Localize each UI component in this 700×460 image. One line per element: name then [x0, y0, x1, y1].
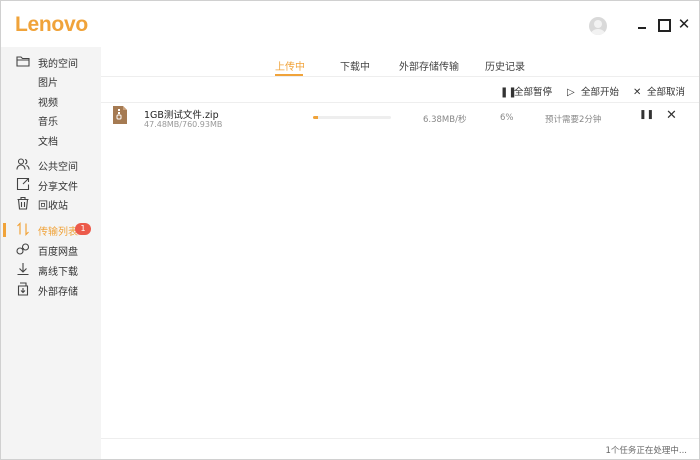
tab-external-storage-transfer[interactable]: 外部存储传输 — [399, 58, 459, 73]
close-button[interactable]: ✕ — [677, 17, 691, 32]
pause-all-button[interactable]: ❚❚全部暂停 — [500, 84, 552, 98]
sidebar: 我的空间 图片 视频 音乐 文档 公共空间 分享文件 回收站 传输列表 1 百度… — [1, 47, 101, 459]
sidebar-item-recycle-bin[interactable]: 回收站 — [1, 193, 101, 213]
sidebar-sub-item-documents[interactable]: 文档 — [38, 133, 58, 148]
transfer-tabs: 上传中 下载中 外部存储传输 历史记录 — [101, 47, 699, 77]
people-icon — [16, 158, 30, 170]
progress-fill — [313, 116, 318, 119]
sidebar-item-label: 传输列表 — [38, 227, 78, 238]
status-text: 1个任务正在处理中... — [605, 446, 687, 456]
avatar[interactable] — [589, 17, 607, 35]
trash-icon — [17, 196, 29, 210]
sidebar-item-offline-download[interactable]: 离线下载 — [1, 259, 101, 279]
transfer-row[interactable]: 1GB测试文件.zip 47.48MB/760.93MB 6.38MB/秒 6%… — [101, 103, 699, 133]
sidebar-item-label: 离线下载 — [38, 267, 78, 278]
transfer-speed: 6.38MB/秒 — [423, 115, 467, 125]
close-icon: ✕ — [633, 87, 642, 98]
main-panel: 上传中 下载中 外部存储传输 历史记录 ❚❚全部暂停 ▷ 全部开始 ✕ 全部取消 1… — [101, 47, 699, 459]
play-icon: ▷ — [567, 87, 575, 98]
progress-bar — [313, 116, 391, 119]
app-window: Lenovo ✕ 我的空间 图片 视频 音乐 文档 公共空间 分享文件 回收站 — [0, 0, 700, 460]
download-icon — [17, 263, 29, 276]
sidebar-sub-item-music[interactable]: 音乐 — [38, 113, 58, 128]
sidebar-sub-item-videos[interactable]: 视频 — [38, 94, 58, 109]
sidebar-item-label: 外部存储 — [38, 287, 78, 298]
sidebar-item-external-storage[interactable]: 外部存储 — [1, 279, 101, 299]
pause-button[interactable]: ❚❚ — [639, 110, 654, 120]
tab-history[interactable]: 历史记录 — [485, 58, 525, 73]
zip-file-icon — [113, 106, 127, 124]
sidebar-item-baidu-netdisk[interactable]: 百度网盘 — [1, 239, 101, 259]
file-name: 1GB测试文件.zip — [144, 110, 219, 121]
progress-percent: 6% — [500, 113, 514, 123]
file-size: 47.48MB/760.93MB — [144, 120, 223, 129]
lenovo-logo: Lenovo — [15, 13, 88, 36]
share-icon — [16, 177, 30, 191]
sidebar-item-label: 我的空间 — [38, 59, 78, 70]
transfer-icon — [17, 222, 29, 236]
status-bar: 1个任务正在处理中... — [101, 438, 699, 459]
maximize-button[interactable] — [656, 17, 671, 32]
sidebar-item-public-space[interactable]: 公共空间 — [1, 154, 101, 174]
sidebar-item-shared-files[interactable]: 分享文件 — [1, 174, 101, 194]
baidu-cloud-icon — [16, 243, 30, 255]
active-tab-underline — [275, 74, 303, 76]
sidebar-item-label: 分享文件 — [38, 182, 78, 193]
cancel-button[interactable]: ✕ — [666, 108, 677, 123]
sidebar-item-transfer-list[interactable]: 传输列表 1 — [1, 219, 101, 239]
estimated-time: 预计需要2分钟 — [545, 115, 602, 125]
tab-downloading[interactable]: 下载中 — [340, 58, 370, 73]
external-storage-icon — [17, 282, 29, 296]
title-bar: Lenovo ✕ — [1, 1, 699, 47]
minimize-button[interactable] — [635, 17, 649, 31]
start-all-button[interactable]: ▷ 全部开始 — [567, 84, 619, 98]
sidebar-item-my-space[interactable]: 我的空间 — [1, 51, 101, 71]
transfer-count-badge: 1 — [75, 223, 91, 235]
transfer-toolbar: ❚❚全部暂停 ▷ 全部开始 ✕ 全部取消 — [101, 77, 699, 103]
sidebar-item-label: 百度网盘 — [38, 247, 78, 258]
cancel-all-button[interactable]: ✕ 全部取消 — [633, 84, 685, 98]
sidebar-item-label: 公共空间 — [38, 162, 78, 173]
pause-icon: ❚❚ — [500, 87, 517, 98]
sidebar-item-label: 回收站 — [38, 201, 68, 212]
sidebar-sub-item-pictures[interactable]: 图片 — [38, 74, 58, 89]
tab-uploading[interactable]: 上传中 — [275, 58, 305, 73]
folder-icon — [16, 56, 30, 67]
